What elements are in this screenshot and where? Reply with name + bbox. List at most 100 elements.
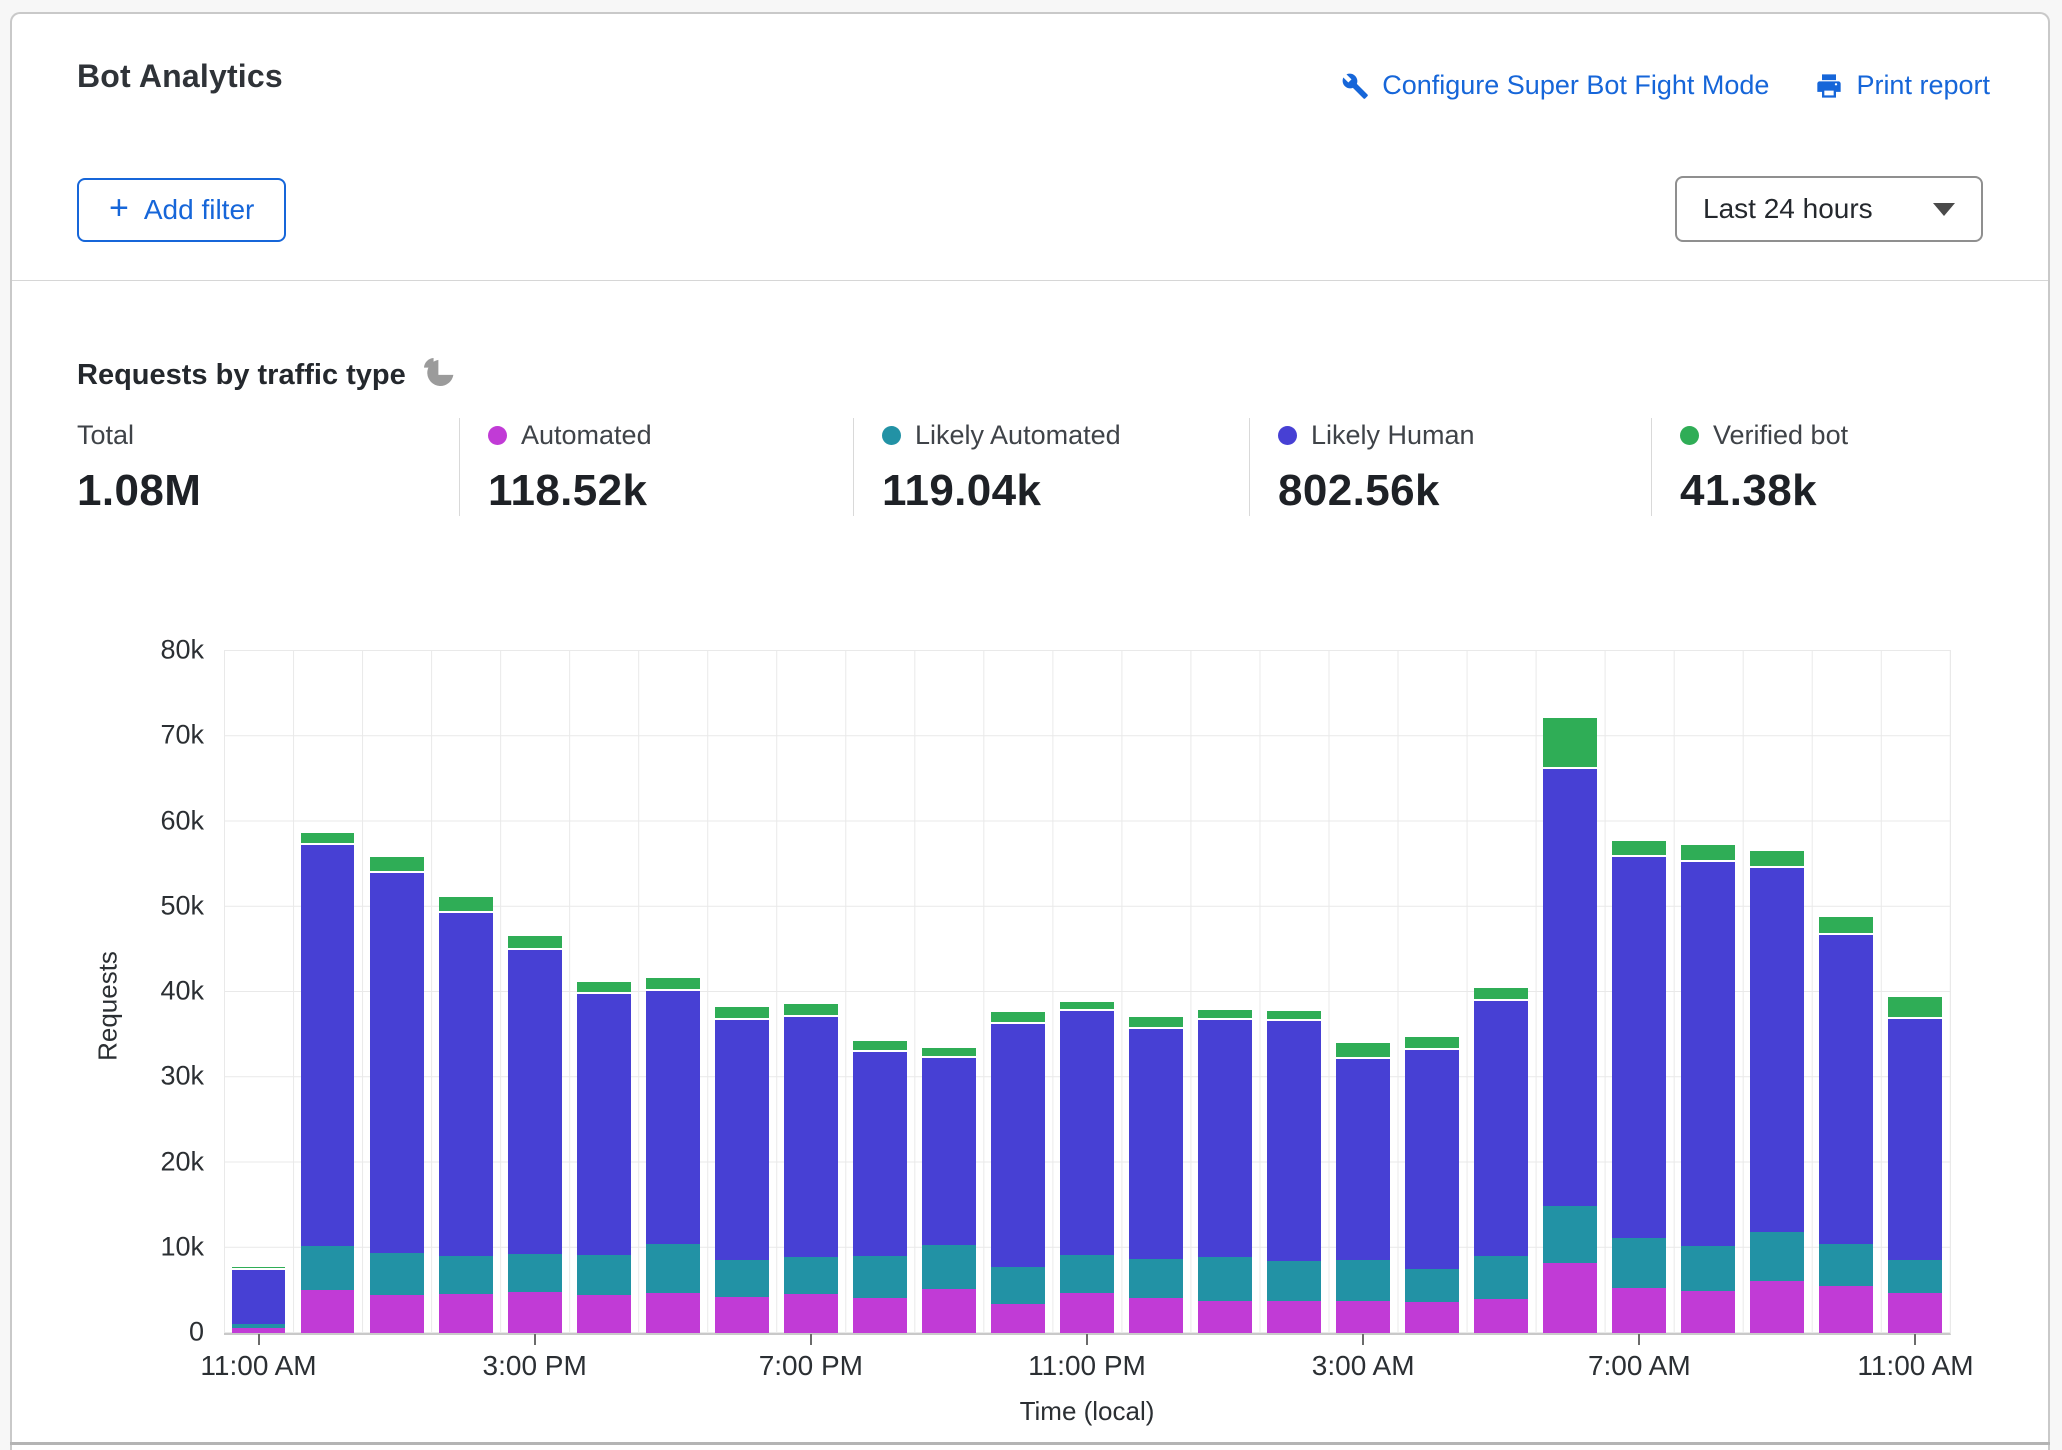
segment-likely-automated [1543,1206,1597,1263]
y-tick-label: 20k [160,1146,204,1177]
bar-slot [1812,651,1881,1333]
x-tick-mark [810,1334,812,1345]
stat-total-label: Total [77,420,134,451]
stacked-bar-2-00-pm-3 [439,651,493,1333]
x-tick-label: 11:00 PM [1028,1350,1146,1382]
stacked-bar-5-00-am-18 [1474,651,1528,1333]
segment-likely-automated [1405,1269,1459,1302]
segment-verified-bot [853,1041,907,1051]
segment-likely-automated [991,1267,1045,1304]
segment-likely-human [1750,868,1804,1231]
time-range-select[interactable]: Last 24 hours [1675,176,1983,242]
x-tick-mark [534,1334,536,1345]
segment-likely-automated [646,1244,700,1293]
segment-likely-human [301,845,355,1247]
stacked-bar-11-00-am-24 [1888,651,1942,1333]
segment-likely-automated [370,1253,424,1295]
segment-likely-automated [301,1246,355,1290]
panel-title: Requests by traffic type [77,359,406,392]
bar-slot [776,651,845,1333]
segment-verified-bot [1198,1010,1252,1020]
segment-verified-bot [646,978,700,992]
stacked-bar-11-00-pm-12 [1060,651,1114,1333]
likely-human-legend-dot [1278,426,1297,445]
x-tick-mark [1362,1334,1364,1345]
segment-likely-human [1198,1020,1252,1257]
segment-verified-bot [577,982,631,994]
configure-super-bot-fight-mode-link[interactable]: Configure Super Bot Fight Mode [1341,70,1769,101]
bar-slot [1052,651,1121,1333]
segment-automated [922,1289,976,1333]
stacked-bar-12-00-am-13 [1129,651,1183,1333]
stat-likely-human[interactable]: Likely Human 802.56k [1249,418,1651,516]
y-tick-label: 10k [160,1231,204,1262]
segment-automated [646,1293,700,1333]
segment-likely-automated [1888,1260,1942,1293]
bar-slot [1536,651,1605,1333]
x-axis-tick-marks [224,1334,1950,1346]
y-tick-label: 40k [160,976,204,1007]
stacked-bar-10-00-am-23 [1819,651,1873,1333]
page-title: Bot Analytics [77,58,283,95]
x-axis-title: Time (local) [1020,1396,1155,1427]
bar-slot [500,651,569,1333]
bar-slot [224,651,293,1333]
bar-slot [362,651,431,1333]
stat-verified-bot[interactable]: Verified bot 41.38k [1651,418,1981,516]
segment-automated [1543,1263,1597,1333]
segment-likely-human [232,1270,286,1324]
segment-likely-human [370,873,424,1253]
bar-slot [1743,651,1812,1333]
stat-automated-label: Automated [521,420,652,451]
bar-slot [1467,651,1536,1333]
stacked-bar-3-00-am-16 [1336,651,1390,1333]
segment-likely-human [646,991,700,1243]
segment-likely-human [853,1052,907,1257]
segment-automated [1267,1301,1321,1333]
segment-verified-bot [1888,997,1942,1019]
add-filter-button[interactable]: + Add filter [77,178,286,242]
bar-slot [431,651,500,1333]
configure-link-label: Configure Super Bot Fight Mode [1382,70,1769,101]
segment-automated [1474,1299,1528,1333]
segment-likely-human [1888,1019,1942,1259]
segment-likely-automated [439,1256,493,1294]
x-tick-label: 11:00 AM [1857,1350,1973,1382]
stat-total: Total 1.08M [77,418,459,516]
segment-automated [784,1294,838,1333]
stat-likely-human-value: 802.56k [1278,466,1631,516]
segment-likely-automated [853,1256,907,1298]
stat-likely-automated[interactable]: Likely Automated 119.04k [853,418,1249,516]
y-tick-label: 80k [160,635,204,666]
print-report-link[interactable]: Print report [1815,70,1990,101]
stat-automated[interactable]: Automated 118.52k [459,418,853,516]
segment-likely-human [1129,1029,1183,1259]
segment-verified-bot [1750,851,1804,868]
segment-verified-bot [1405,1037,1459,1050]
segment-likely-automated [1336,1260,1390,1301]
stacked-bar-9-00-am-22 [1750,651,1804,1333]
segment-automated [1129,1298,1183,1333]
y-tick-label: 70k [160,720,204,751]
plot-area [224,650,1951,1335]
segment-likely-automated [784,1257,838,1294]
time-range-value: Last 24 hours [1703,193,1873,225]
segment-likely-automated [1750,1232,1804,1281]
segment-verified-bot [991,1012,1045,1023]
stacked-bar-6-00-pm-7 [715,651,769,1333]
segment-verified-bot [1474,988,1528,1001]
x-tick-label: 3:00 AM [1312,1350,1415,1382]
x-axis-tick-labels: 11:00 AM3:00 PM7:00 PM11:00 PM3:00 AM7:0… [224,1350,1950,1390]
segment-likely-human [1336,1059,1390,1259]
print-link-label: Print report [1856,70,1990,101]
stacked-bar-8-00-pm-9 [853,651,907,1333]
segment-likely-human [508,950,562,1253]
segment-automated [439,1294,493,1333]
section-divider [10,1442,2050,1445]
segment-verified-bot [1060,1002,1114,1011]
segment-automated [1612,1288,1666,1333]
y-tick-label: 0 [189,1317,204,1348]
stacked-bar-8-00-am-21 [1681,651,1735,1333]
bar-slot [638,651,707,1333]
segment-likely-human [784,1017,838,1257]
